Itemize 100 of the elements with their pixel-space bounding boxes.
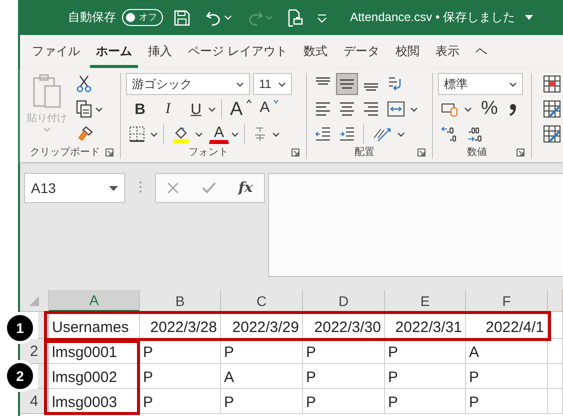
table-cell: 2022/3/30 <box>303 312 385 339</box>
caret-icon[interactable] <box>525 15 533 20</box>
ribbon-tab[interactable]: 挿入 <box>142 35 178 68</box>
customize-menu-icon[interactable] <box>317 12 327 22</box>
name-box[interactable]: A13 <box>24 173 125 203</box>
table-cell <box>548 389 563 414</box>
caret-icon <box>43 127 51 132</box>
table-cell: P <box>466 389 548 414</box>
ribbon-tab[interactable]: ヘ <box>469 35 494 68</box>
underline-button[interactable]: U <box>186 98 206 120</box>
table-cell: 2022/4/1 <box>466 312 548 339</box>
column-header[interactable]: E <box>385 290 466 312</box>
number-format-dropdown[interactable]: 標準 <box>438 73 523 95</box>
table-cell: P <box>303 364 385 389</box>
format-table-icon[interactable] <box>543 100 561 118</box>
formula-input[interactable] <box>268 173 563 277</box>
ribbon-tab[interactable]: データ <box>337 35 386 68</box>
autosave-label: 自動保存 <box>68 9 116 26</box>
caret-icon[interactable] <box>278 82 286 86</box>
accounting-format-icon[interactable] <box>441 101 459 117</box>
borders-icon[interactable] <box>129 126 145 142</box>
cell-styles-icon[interactable] <box>543 125 561 143</box>
ribbon-tab[interactable]: 表示 <box>429 35 466 68</box>
ribbon-tab[interactable]: ページ レイアウト <box>182 35 294 68</box>
dialog-launcher-icon[interactable] <box>417 148 426 156</box>
font-name-dropdown[interactable]: 游ゴシック <box>126 73 250 95</box>
callout-badge: 1 <box>4 312 36 344</box>
column-header[interactable]: B <box>140 290 221 312</box>
enter-check-icon[interactable] <box>202 182 216 194</box>
align-left-icon[interactable] <box>315 101 331 117</box>
format-painter-icon[interactable] <box>76 125 94 143</box>
increase-indent-icon[interactable] <box>339 126 355 142</box>
caret-icon[interactable] <box>410 106 418 112</box>
table-cell: P <box>140 364 221 389</box>
autosave-toggle[interactable]: オフ <box>122 9 163 26</box>
decrease-indent-icon[interactable] <box>315 126 331 142</box>
ribbon-tab[interactable]: 校閲 <box>389 35 426 68</box>
table-cell: P <box>140 389 221 414</box>
wrap-text-icon[interactable] <box>387 75 403 93</box>
group-label: クリップボード <box>29 146 101 159</box>
column-header[interactable]: F <box>466 290 548 312</box>
table-cell: P <box>221 389 303 414</box>
increase-font-size-button[interactable]: A <box>227 98 255 120</box>
copy-icon[interactable] <box>76 100 92 118</box>
ribbon-tab[interactable]: ファイル <box>26 35 86 68</box>
table-cell: lmsg0003 <box>49 389 140 414</box>
table-cell: A <box>221 364 303 389</box>
column-header[interactable]: C <box>221 290 303 312</box>
table-cell: Usernames <box>49 312 140 339</box>
caret-icon[interactable] <box>231 132 239 136</box>
dialog-launcher-icon[interactable] <box>105 148 114 156</box>
caret-icon[interactable] <box>464 106 472 112</box>
increase-decimal-icon[interactable] <box>441 125 459 143</box>
caret-icon[interactable] <box>236 82 244 86</box>
caret-icon[interactable] <box>272 132 280 136</box>
table-cell: lmsg0002 <box>49 364 140 389</box>
caret-icon[interactable] <box>208 106 216 112</box>
table-cell <box>548 312 563 339</box>
table-cell: P <box>303 389 385 414</box>
column-header[interactable]: A <box>49 290 140 312</box>
caret-icon[interactable] <box>95 106 103 112</box>
fill-color-icon[interactable] <box>172 125 190 143</box>
group-label: フォント <box>188 146 230 159</box>
caret-icon[interactable] <box>397 132 405 136</box>
document-title: Attendance.csv • 保存しました <box>350 9 515 26</box>
print-preview-icon[interactable] <box>287 8 303 26</box>
caret-icon[interactable] <box>109 186 118 190</box>
percent-button[interactable]: % <box>478 98 501 120</box>
font-color-button[interactable]: A <box>209 124 229 144</box>
ribbon-tab[interactable]: 数式 <box>297 35 334 68</box>
group-label: 数値 <box>466 146 488 159</box>
orientation-icon[interactable] <box>372 126 392 142</box>
phonetic-guide-icon[interactable] <box>254 126 266 142</box>
table-cell: P <box>303 339 385 364</box>
caret-icon[interactable] <box>195 132 203 136</box>
align-right-icon[interactable] <box>363 101 379 117</box>
decrease-font-size-button[interactable]: A <box>256 98 282 120</box>
column-header[interactable]: D <box>303 290 385 312</box>
table-cell: lmsg0001 <box>49 339 140 364</box>
group-label: 配置 <box>354 146 376 159</box>
table-cell: 2022/3/29 <box>221 312 303 339</box>
callout-badge: 2 <box>4 360 36 392</box>
table-cell: A <box>466 339 548 364</box>
save-icon[interactable] <box>173 8 191 26</box>
splitter-handle-icon[interactable] <box>138 181 142 193</box>
merge-center-icon[interactable] <box>387 101 405 117</box>
italic-button[interactable]: I <box>158 98 178 120</box>
conditional-format-icon[interactable] <box>543 75 561 93</box>
caret-icon[interactable] <box>509 82 517 86</box>
font-size-dropdown[interactable]: 11 <box>253 73 292 95</box>
align-center-icon[interactable] <box>339 101 355 117</box>
dialog-launcher-icon[interactable] <box>291 148 300 156</box>
table-cell: P <box>385 364 466 389</box>
bold-button[interactable]: B <box>130 98 150 120</box>
table-cell: P <box>385 389 466 414</box>
comma-style-icon[interactable] <box>508 101 518 117</box>
dialog-launcher-icon[interactable] <box>516 148 525 156</box>
scissors-icon[interactable] <box>76 75 92 93</box>
caret-icon[interactable] <box>150 132 158 136</box>
insert-function-button[interactable]: fx <box>238 180 253 196</box>
